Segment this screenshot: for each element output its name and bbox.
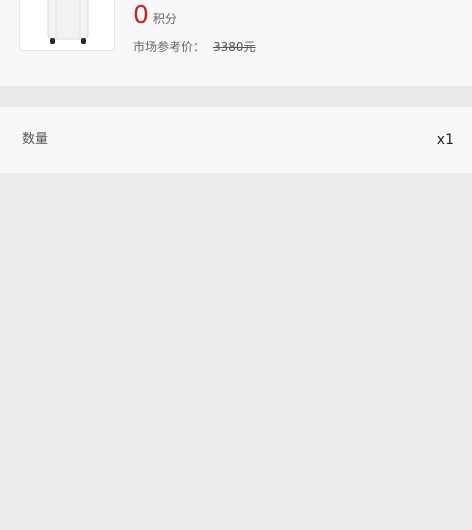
quantity-value: x1 [436, 132, 454, 148]
market-price-value: 3380元 [213, 40, 256, 54]
points-price: 0 积分 [133, 0, 177, 30]
points-value: 0 [133, 0, 149, 29]
product-card: 0 积分 市场参考价： 3380元 [0, 0, 472, 86]
quantity-label: 数量 [22, 132, 49, 147]
product-image[interactable] [19, 0, 115, 51]
empty-area [0, 173, 472, 530]
market-reference-price: 市场参考价： 3380元 [133, 39, 256, 55]
quantity-row: 数量 x1 [0, 107, 472, 173]
section-divider [0, 86, 472, 107]
market-price-label: 市场参考价： [133, 40, 206, 54]
points-unit: 积分 [152, 12, 177, 26]
suitcase-icon [47, 0, 89, 44]
